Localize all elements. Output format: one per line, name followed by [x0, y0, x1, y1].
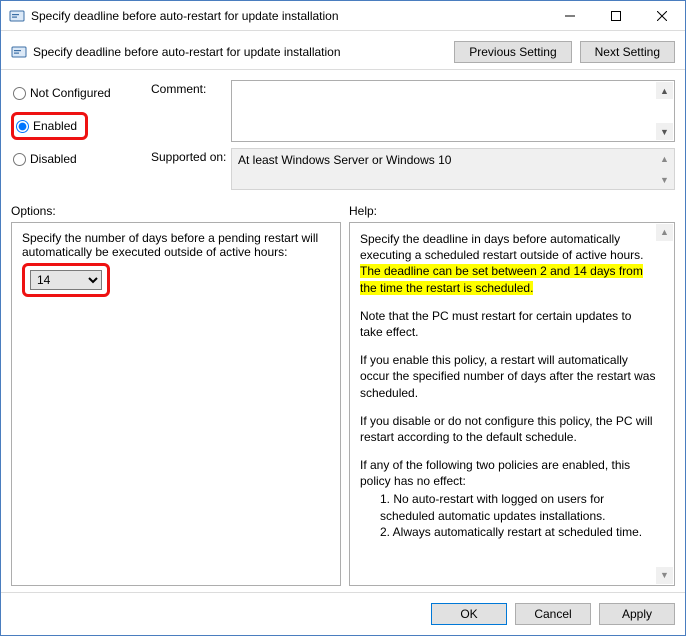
help-paragraph: If any of the following two policies are…	[360, 457, 656, 489]
help-paragraph: Specify the deadline in days before auto…	[360, 231, 656, 296]
scroll-up-icon[interactable]: ▲	[656, 82, 673, 99]
help-highlight: The deadline can be set between 2 and 14…	[360, 264, 643, 294]
help-list-item: 1. No auto-restart with logged on users …	[360, 491, 656, 523]
maximize-button[interactable]	[593, 1, 639, 30]
options-description: Specify the number of days before a pend…	[22, 231, 330, 259]
days-combobox[interactable]: 14	[30, 270, 102, 290]
radio-not-configured-input[interactable]	[13, 87, 26, 100]
options-header: Options:	[11, 204, 349, 218]
scroll-down-icon[interactable]: ▼	[656, 567, 673, 584]
close-button[interactable]	[639, 1, 685, 30]
scroll-up-icon[interactable]: ▲	[656, 224, 673, 241]
supported-on-box: At least Windows Server or Windows 10 ▲ …	[231, 148, 675, 190]
config-area: Not Configured Enabled Disabled Comment:…	[1, 70, 685, 196]
options-panel: Specify the number of days before a pend…	[11, 222, 341, 586]
window-title: Specify deadline before auto-restart for…	[31, 9, 547, 23]
radio-label: Disabled	[30, 152, 77, 166]
apply-button[interactable]: Apply	[599, 603, 675, 625]
radio-not-configured[interactable]: Not Configured	[11, 84, 151, 102]
titlebar: Specify deadline before auto-restart for…	[1, 1, 685, 31]
scroll-up-icon: ▲	[656, 150, 673, 167]
minimize-button[interactable]	[547, 1, 593, 30]
comment-label: Comment:	[151, 80, 231, 142]
next-setting-button[interactable]: Next Setting	[580, 41, 675, 63]
radio-disabled-input[interactable]	[13, 153, 26, 166]
radio-enabled[interactable]: Enabled	[14, 117, 79, 135]
radio-label: Not Configured	[30, 86, 111, 100]
help-paragraph: Note that the PC must restart for certai…	[360, 308, 656, 340]
days-highlight: 14	[22, 263, 110, 297]
policy-icon	[11, 44, 27, 60]
supported-label: Supported on:	[151, 148, 231, 190]
enabled-highlight: Enabled	[11, 112, 88, 140]
help-paragraph: If you enable this policy, a restart wil…	[360, 352, 656, 401]
help-paragraph: If you disable or do not configure this …	[360, 413, 656, 445]
scroll-down-icon: ▼	[656, 171, 673, 188]
help-list-item: 2. Always automatically restart at sched…	[360, 524, 656, 540]
help-panel: Specify the deadline in days before auto…	[349, 222, 675, 586]
help-header: Help:	[349, 204, 377, 218]
toolbar: Specify deadline before auto-restart for…	[1, 31, 685, 70]
radio-label: Enabled	[33, 119, 77, 133]
comment-textarea[interactable]: ▲ ▼	[231, 80, 675, 142]
supported-on-text: At least Windows Server or Windows 10	[238, 153, 451, 167]
policy-dialog: Specify deadline before auto-restart for…	[0, 0, 686, 636]
dialog-footer: OK Cancel Apply	[1, 592, 685, 635]
radio-enabled-input[interactable]	[16, 120, 29, 133]
radio-disabled[interactable]: Disabled	[11, 150, 151, 168]
previous-setting-button[interactable]: Previous Setting	[454, 41, 571, 63]
scroll-down-icon[interactable]: ▼	[656, 123, 673, 140]
policy-icon	[9, 8, 25, 24]
cancel-button[interactable]: Cancel	[515, 603, 591, 625]
toolbar-title: Specify deadline before auto-restart for…	[33, 45, 341, 59]
ok-button[interactable]: OK	[431, 603, 507, 625]
